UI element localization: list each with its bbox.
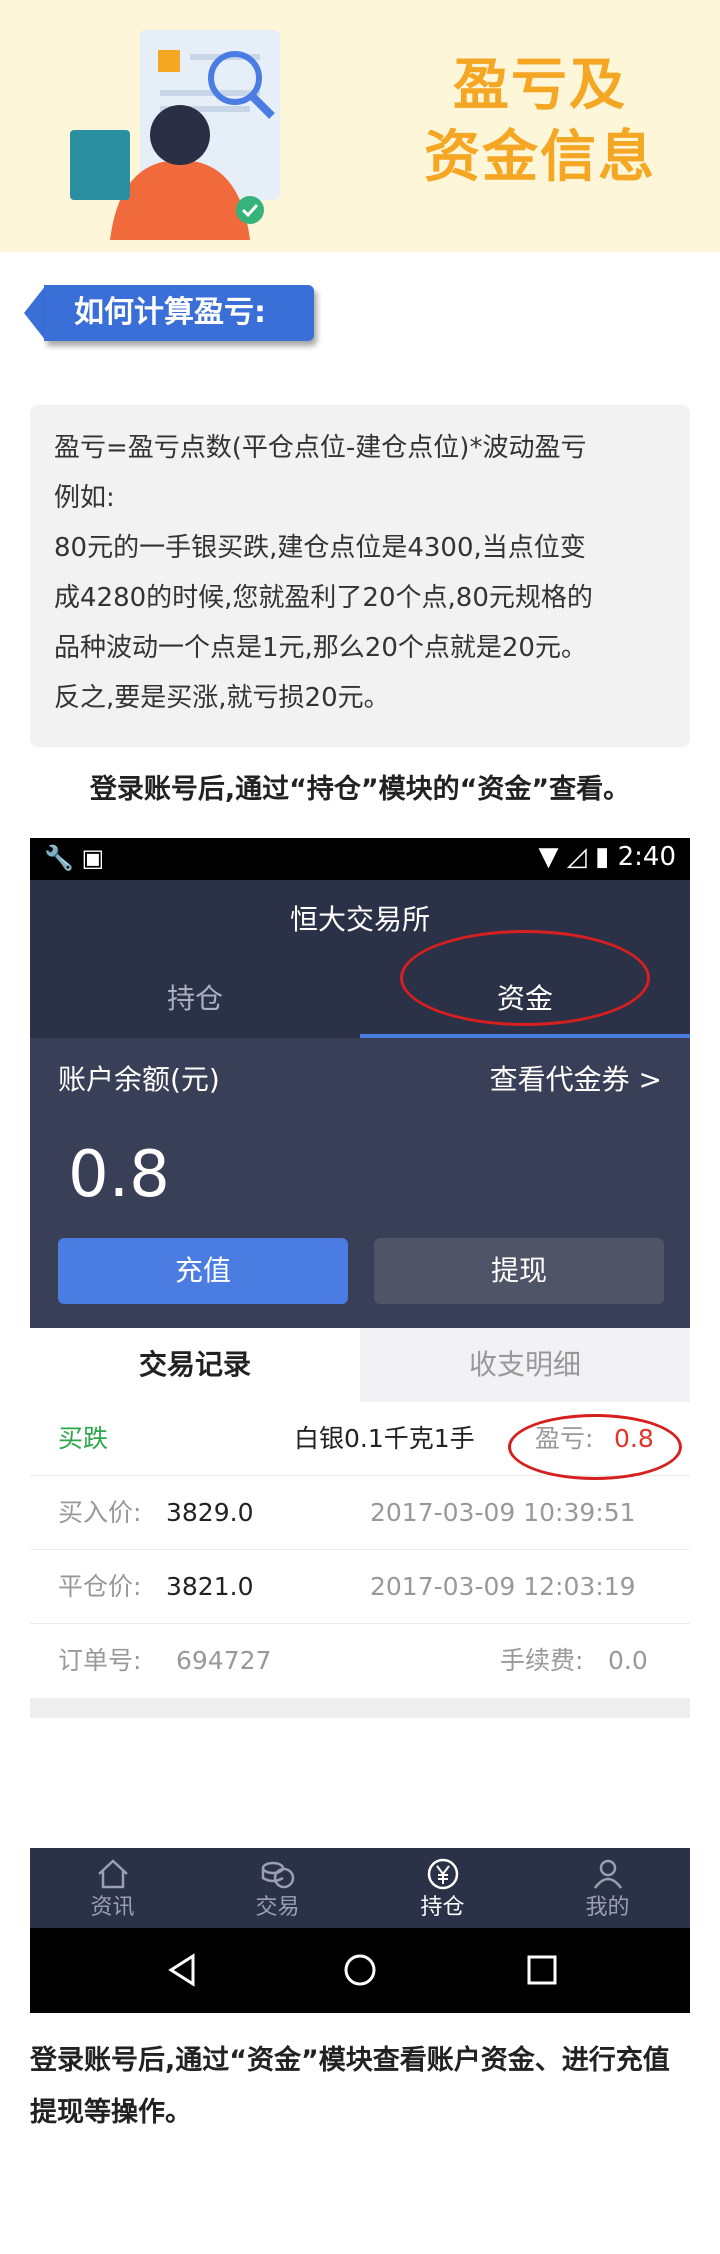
buy-price-row: 买入价: 3829.0 2017-03-09 10:39:51 bbox=[30, 1476, 690, 1550]
clock: 2:40 bbox=[617, 842, 676, 872]
balance-label: 账户余额(元) bbox=[58, 1063, 220, 1096]
explain-line: 盈亏=盈亏点数(平仓点位-建仓点位)*波动盈亏 bbox=[54, 433, 587, 463]
close-time: 2017-03-09 12:03:19 bbox=[370, 1572, 636, 1601]
tab-positions[interactable]: 持仓 bbox=[30, 960, 360, 1038]
tab-income-expense[interactable]: 收支明细 bbox=[360, 1328, 690, 1402]
divider bbox=[30, 1698, 690, 1718]
close-price: 3821.0 bbox=[166, 1572, 254, 1601]
explain-line: 品种波动一个点是1元,那么20个点就是20元。 bbox=[54, 633, 587, 663]
buy-price: 3829.0 bbox=[166, 1498, 254, 1527]
status-bar: 🔧 ▣ ▼ ◿ ▮ 2:40 bbox=[30, 838, 690, 880]
fee-label: 手续费: bbox=[500, 1646, 584, 1675]
nav-news[interactable]: 资讯 bbox=[30, 1848, 195, 1928]
signal-icon: ◿ bbox=[566, 842, 587, 872]
order-label: 订单号: bbox=[58, 1646, 142, 1675]
explain-line: 反之,要是买涨,就亏损20元。 bbox=[54, 683, 390, 713]
voucher-link[interactable]: 查看代金券 > bbox=[490, 1058, 662, 1098]
home-button-icon[interactable] bbox=[342, 1952, 378, 1988]
tab-trade-records[interactable]: 交易记录 bbox=[30, 1328, 360, 1402]
header-banner: 盈亏及 资金信息 bbox=[0, 0, 720, 252]
battery-icon: ▮ bbox=[595, 842, 610, 872]
explain-line: 80元的一手银买跌,建仓点位是4300,当点位变 bbox=[54, 533, 586, 563]
yen-icon bbox=[427, 1858, 458, 1890]
order-number: 694727 bbox=[176, 1646, 272, 1675]
withdraw-button[interactable]: 提现 bbox=[374, 1238, 664, 1304]
buy-time: 2017-03-09 10:39:51 bbox=[370, 1498, 636, 1527]
nav-positions[interactable]: 持仓 bbox=[360, 1848, 525, 1928]
caption-instruction-1: 登录账号后,通过“持仓”模块的“资金”查看。 bbox=[89, 774, 631, 805]
recharge-button[interactable]: 充值 bbox=[58, 1238, 348, 1304]
highlight-circle bbox=[508, 1414, 682, 1480]
nav-mine[interactable]: 我的 bbox=[525, 1848, 690, 1928]
user-icon bbox=[593, 1859, 622, 1889]
banner-title: 盈亏及 资金信息 bbox=[424, 53, 656, 190]
home-icon bbox=[97, 1859, 128, 1889]
caption-instruction-2: 登录账号后,通过“资金”模块查看账户资金、进行充值提现等操作。 bbox=[30, 2045, 670, 2128]
section-heading: 如何计算盈亏: bbox=[24, 285, 314, 341]
balance-value: 0.8 bbox=[68, 1138, 170, 1212]
account-panel: 账户余额(元) 查看代金券 > 0.8 充值 提现 bbox=[30, 1038, 690, 1328]
nav-trade[interactable]: 交易 bbox=[195, 1848, 360, 1928]
section-heading-text: 如何计算盈亏: bbox=[74, 295, 266, 330]
highlight-circle bbox=[400, 930, 650, 1026]
back-icon[interactable] bbox=[165, 1952, 201, 1988]
coins-icon bbox=[261, 1861, 294, 1889]
close-price-label: 平仓价: bbox=[58, 1572, 142, 1601]
status-right: ▼ ◿ ▮ 2:40 bbox=[539, 842, 677, 872]
tag-arrow bbox=[24, 285, 46, 341]
product-name: 白银0.1千克1手 bbox=[294, 1424, 475, 1453]
wrench-icon: 🔧 ▣ bbox=[44, 844, 105, 872]
explain-line: 成4280的时候,您就盈利了20个点,80元规格的 bbox=[54, 583, 593, 613]
phone-screenshot: 🔧 ▣ ▼ ◿ ▮ 2:40 恒大交易所 持仓 资金 账户余额(元) 查看代金券… bbox=[30, 838, 690, 2013]
explain-line: 例如: bbox=[54, 483, 115, 513]
wifi-icon: ▼ bbox=[538, 842, 559, 872]
system-nav-bar bbox=[30, 1928, 690, 2013]
close-price-row: 平仓价: 3821.0 2017-03-09 12:03:19 bbox=[30, 1550, 690, 1624]
order-row: 订单号: 694727 手续费: 0.0 bbox=[30, 1624, 690, 1698]
bottom-nav: 资讯 交易 持仓 我的 bbox=[30, 1848, 690, 1928]
person-reading-illustration bbox=[70, 30, 280, 240]
recents-icon[interactable] bbox=[526, 1954, 558, 1986]
explanation-box: 盈亏=盈亏点数(平仓点位-建仓点位)*波动盈亏 例如: 80元的一手银买跌,建仓… bbox=[30, 405, 690, 747]
buy-price-label: 买入价: bbox=[58, 1498, 142, 1527]
record-tabs: 交易记录 收支明细 bbox=[30, 1328, 690, 1402]
trade-direction: 买跌 bbox=[58, 1424, 109, 1453]
fee-value: 0.0 bbox=[608, 1646, 648, 1675]
